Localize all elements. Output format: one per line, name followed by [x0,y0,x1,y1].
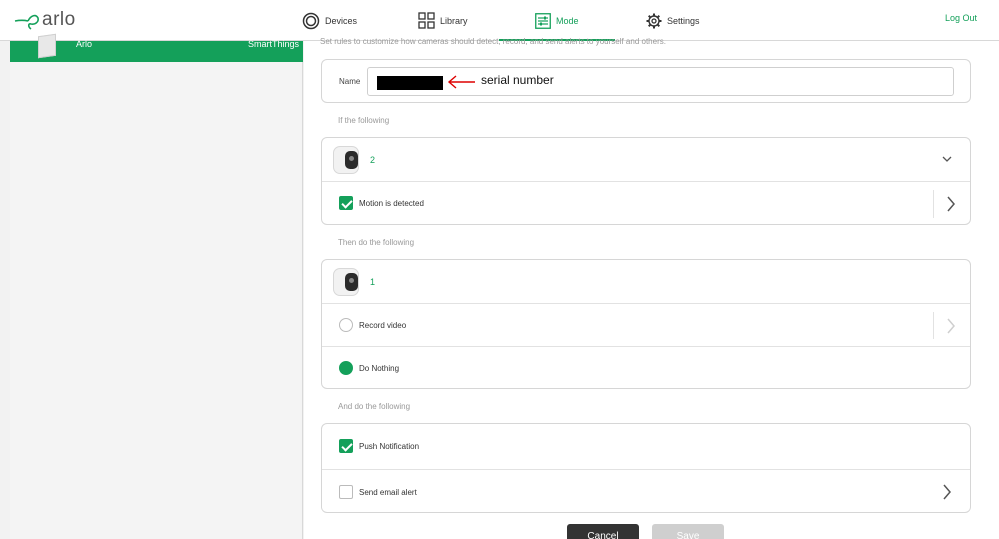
annotation-arrow-icon [447,75,475,89]
nav-library-label: Library [440,15,468,26]
rule-editor: Set rules to customize how cameras shoul… [304,38,999,539]
do-nothing-radio[interactable] [339,361,353,375]
annotation-text: serial number [481,73,554,87]
device-thumbnail-icon [38,33,56,59]
sidebar-item-sublabel: SmartThings [247,39,299,49]
chevron-right-icon[interactable] [946,318,956,334]
trigger-camera-row[interactable]: 2 [322,138,970,181]
redacted-value [377,76,443,90]
do-nothing-label: Do Nothing [359,364,400,373]
do-nothing-row[interactable]: Do Nothing [322,346,970,389]
trigger-camera-count: 2 [370,155,376,165]
nav-devices[interactable]: Devices [302,0,357,41]
nav-library[interactable]: Library [418,0,468,41]
chevron-right-icon[interactable] [942,484,952,500]
name-card: Name serial number [321,59,971,103]
email-alert-label: Send email alert [359,488,417,497]
nav-mode[interactable]: Mode [535,0,579,41]
camera-icon [333,146,359,174]
gear-icon [646,13,662,28]
if-section-label: If the following [338,116,390,125]
cancel-button[interactable]: Cancel [567,524,639,539]
library-grid-icon [418,12,435,29]
record-video-label: Record video [359,321,407,330]
arlo-bird-icon [14,14,39,30]
save-button[interactable]: Save [652,524,724,539]
motion-label: Motion is detected [359,199,424,208]
record-video-row[interactable]: Record video [322,303,970,346]
nav-settings[interactable]: Settings [646,0,700,41]
sidebar-item-label: Arlo [76,39,93,49]
top-bar: arlo Devices Library Mode Settings Log O… [0,0,999,41]
action-card: 1 Record video Do Nothing [321,259,971,389]
email-alert-checkbox[interactable] [339,485,353,499]
nav-settings-label: Settings [667,15,700,26]
chevron-right-icon[interactable] [946,196,956,212]
chevron-down-icon[interactable] [942,156,952,163]
nav-devices-label: Devices [325,15,358,26]
nav-mode-label: Mode [556,15,579,26]
action-camera-row[interactable]: 1 [322,260,970,303]
name-label: Name [339,77,361,86]
mode-sliders-icon [535,12,551,29]
trigger-motion-row[interactable]: Motion is detected [322,181,970,225]
alerts-card: Push Notification Send email alert [321,423,971,513]
name-input[interactable]: serial number [367,67,954,96]
logo-text: arlo [42,9,76,30]
logout-link[interactable]: Log Out [945,0,977,36]
camera-icon [333,268,359,296]
push-notification-checkbox[interactable] [339,439,353,453]
record-video-radio[interactable] [339,318,353,332]
and-section-label: And do the following [338,402,411,411]
push-notification-row[interactable]: Push Notification [322,424,970,469]
arlo-logo[interactable]: arlo [14,6,76,34]
intro-text: Set rules to customize how cameras shoul… [320,38,666,46]
row-divider [933,312,934,339]
then-section-label: Then do the following [338,238,415,247]
row-divider [933,190,934,218]
email-alert-row[interactable]: Send email alert [322,469,970,513]
devices-icon [302,12,320,29]
motion-checkbox[interactable] [339,196,353,210]
sidebar-item-arlo[interactable]: Arlo SmartThings [10,33,303,62]
push-notification-label: Push Notification [359,442,420,451]
trigger-card: 2 Motion is detected [321,137,971,225]
action-camera-count: 1 [370,277,376,287]
sidebar: Arlo SmartThings [10,33,303,539]
